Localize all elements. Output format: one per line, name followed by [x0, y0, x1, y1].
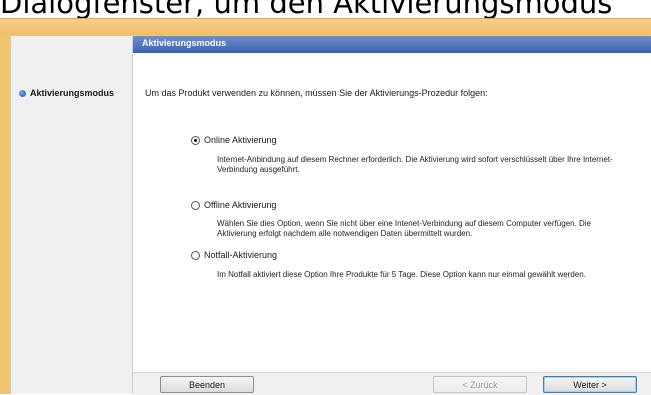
radio-offline-activation[interactable]	[191, 200, 200, 210]
section-title: Aktivierungsmodus	[142, 38, 227, 48]
caption-text: Dialogfenster, um den Aktivierungsmodus	[0, 0, 613, 20]
navigation-sidebar: Aktivierungsmodus	[11, 36, 133, 394]
section-title-bar: Aktivierungsmodus	[133, 36, 651, 53]
option-emergency-activation[interactable]: Notfall-Aktivierung	[191, 250, 277, 260]
radio-emergency-activation[interactable]	[191, 250, 200, 260]
option-online-activation[interactable]: Online Aktivierung	[191, 135, 277, 145]
button-bar: Beenden < Zurück Weiter >	[133, 372, 651, 395]
quit-button[interactable]: Beenden	[160, 376, 254, 393]
page-caption: Dialogfenster, um den Aktivierungsmodus	[0, 0, 651, 20]
option-label: Notfall-Aktivierung	[204, 250, 278, 260]
option-description: Internet-Anbindung auf diesem Rechner er…	[217, 155, 613, 174]
intro-text: Um das Produkt verwenden zu können, müss…	[145, 88, 488, 98]
window-frame: Aktivierungsmodus Aktivierungsmodus Um d…	[0, 18, 651, 395]
sidebar-item-label: Aktivierungsmodus	[30, 88, 115, 98]
active-step-bullet-icon	[19, 89, 26, 97]
option-label: Online Aktivierung	[204, 135, 277, 145]
option-label: Offline Aktivierung	[204, 200, 277, 210]
option-description: Wählen Sie dies Option, wenn Sie nicht ü…	[217, 219, 591, 238]
window-titlebar	[0, 19, 651, 35]
option-description: Im Notfall aktiviert diese Option Ihre P…	[217, 270, 586, 279]
option-offline-activation[interactable]: Offline Aktivierung	[191, 200, 276, 210]
back-button[interactable]: < Zurück	[433, 376, 527, 393]
sidebar-item-aktivierungsmodus[interactable]: Aktivierungsmodus	[19, 88, 114, 98]
radio-online-activation[interactable]	[191, 135, 200, 145]
dialog-client-area: Aktivierungsmodus Aktivierungsmodus Um d…	[10, 36, 651, 395]
next-button[interactable]: Weiter >	[543, 376, 637, 393]
dialog-content: Aktivierungsmodus Um das Produkt verwend…	[133, 36, 651, 395]
